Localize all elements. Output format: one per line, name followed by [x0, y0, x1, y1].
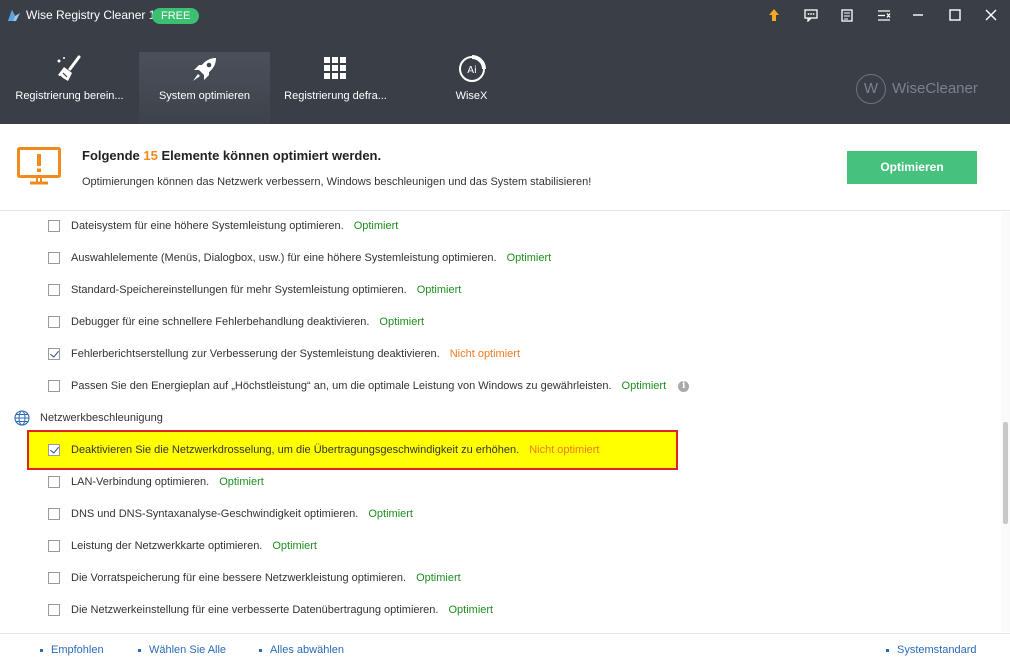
optimization-list: Dateisystem für eine höhere Systemleistu… — [0, 212, 1001, 632]
list-item[interactable]: Fehlerberichtserstellung zur Verbesserun… — [48, 344, 520, 364]
close-icon[interactable] — [980, 5, 1002, 25]
item-status: Nicht optimiert — [529, 444, 600, 456]
item-checkbox[interactable] — [48, 220, 60, 232]
list-item[interactable]: Passen Sie den Energieplan auf „Höchstle… — [48, 376, 690, 396]
item-checkbox[interactable] — [48, 476, 60, 488]
item-checkbox[interactable] — [48, 316, 60, 328]
item-checkbox[interactable] — [48, 348, 60, 360]
list-item[interactable]: Dateisystem für eine höhere Systemleistu… — [48, 216, 398, 236]
monitor-warning-icon — [17, 147, 61, 185]
title-bar: Wise Registry Cleaner 11 FREE — [0, 0, 1010, 30]
summary-suffix: Elemente können optimiert werden. — [161, 148, 382, 163]
grid-icon — [323, 57, 346, 79]
section-network: Netzwerkbeschleunigung — [14, 408, 163, 428]
tab-wisex[interactable]: Ai WiseX — [406, 52, 537, 124]
footer: Empfohlen Wählen Sie Alle Alles abwählen… — [0, 633, 1010, 666]
item-text: Dateisystem für eine höhere Systemleistu… — [71, 220, 344, 232]
item-checkbox[interactable] — [48, 284, 60, 296]
item-status: Nicht optimiert — [449, 348, 520, 360]
item-checkbox[interactable] — [48, 444, 60, 456]
item-text: Debugger für eine schnellere Fehlerbehan… — [71, 316, 370, 328]
item-text: Standard-Speichereinstellungen für mehr … — [71, 284, 407, 296]
tab-system-optimize[interactable]: System optimieren — [139, 52, 270, 124]
item-checkbox[interactable] — [48, 572, 60, 584]
wisex-icon: Ai — [458, 55, 486, 82]
item-status: Optimiert — [416, 284, 462, 296]
deselect-all-link[interactable]: Alles abwählen — [259, 644, 344, 656]
globe-icon — [14, 410, 30, 426]
brand-mark: W — [856, 74, 886, 104]
list-item[interactable]: Leistung der Netzwerkkarte optimieren. O… — [48, 536, 317, 556]
settings-icon[interactable] — [873, 5, 895, 25]
item-text: Die Netzwerkeinstellung für eine verbess… — [71, 604, 439, 616]
tab-label: Registrierung defra... — [284, 90, 387, 102]
svg-text:Ai: Ai — [467, 65, 477, 76]
item-status: Optimiert — [379, 316, 425, 328]
item-status: Optimiert — [621, 380, 667, 392]
section-label: Netzwerkbeschleunigung — [40, 412, 163, 424]
list-item[interactable]: Deaktivieren Sie die Netzwerkdrosselung,… — [48, 440, 599, 460]
item-text: Die Vorratspeicherung für eine bessere N… — [71, 572, 407, 584]
upgrade-icon[interactable] — [763, 5, 785, 25]
summary-title: Folgende 15 Elemente können optimiert we… — [82, 148, 381, 163]
broom-icon — [57, 55, 80, 81]
item-status: Optimiert — [448, 604, 494, 616]
summary-description: Optimierungen können das Netzwerk verbes… — [82, 176, 592, 188]
list-item[interactable]: DNS und DNS-Syntaxanalyse-Geschwindigkei… — [48, 504, 413, 524]
system-default-link[interactable]: Systemstandard — [886, 644, 976, 656]
optimize-button[interactable]: Optimieren — [847, 151, 977, 184]
free-badge: FREE — [152, 8, 200, 24]
notes-icon[interactable] — [836, 5, 858, 25]
item-status: Optimiert — [506, 252, 552, 264]
list-item[interactable]: Die Vorratspeicherung für eine bessere N… — [48, 568, 461, 588]
item-status: Optimiert — [272, 540, 317, 552]
tab-registry-defrag[interactable]: Registrierung defra... — [270, 52, 401, 124]
recommended-link[interactable]: Empfohlen — [40, 644, 104, 656]
item-checkbox[interactable] — [48, 508, 60, 520]
maximize-icon[interactable] — [944, 5, 966, 25]
item-status: Optimiert — [368, 508, 413, 520]
item-text: Deaktivieren Sie die Netzwerkdrosselung,… — [71, 444, 520, 456]
item-checkbox[interactable] — [48, 252, 60, 264]
feedback-icon[interactable] — [800, 5, 822, 25]
list-scrollbar[interactable] — [1001, 212, 1010, 632]
tab-label: System optimieren — [158, 90, 251, 102]
list-item[interactable]: Auswahlelemente (Menüs, Dialogbox, usw.)… — [48, 248, 551, 268]
list-item[interactable]: LAN-Verbindung optimieren. Optimiert — [48, 472, 264, 492]
item-text: Fehlerberichtserstellung zur Verbesserun… — [71, 348, 440, 360]
list-item[interactable]: Standard-Speichereinstellungen für mehr … — [48, 280, 461, 300]
tab-label: Registrierung berein... — [15, 90, 124, 102]
item-checkbox[interactable] — [48, 380, 60, 392]
item-checkbox[interactable] — [48, 604, 60, 616]
list-item[interactable]: Debugger für eine schnellere Fehlerbehan… — [48, 312, 424, 332]
rocket-icon — [192, 58, 216, 81]
item-text: Auswahlelemente (Menüs, Dialogbox, usw.)… — [71, 252, 497, 264]
main-nav: Registrierung berein... System optimiere… — [0, 30, 1010, 124]
select-all-link[interactable]: Wählen Sie Alle — [138, 644, 226, 656]
item-status: Optimiert — [353, 220, 399, 232]
item-text: DNS und DNS-Syntaxanalyse-Geschwindigkei… — [71, 508, 359, 520]
brand-name: WiseCleaner — [892, 80, 978, 97]
summary-prefix: Folgende — [82, 148, 140, 163]
list-item[interactable]: Die Netzwerkeinstellung für eine verbess… — [48, 600, 493, 620]
window-title: Wise Registry Cleaner 11 — [26, 8, 162, 22]
optimizable-count: 15 — [143, 148, 158, 163]
item-text: Leistung der Netzwerkkarte optimieren. — [71, 540, 263, 552]
info-icon[interactable]: i — [678, 380, 690, 392]
scrollbar-thumb[interactable] — [1003, 422, 1008, 524]
item-status: Optimiert — [219, 476, 264, 488]
minimize-icon[interactable] — [907, 5, 929, 25]
app-logo-icon — [8, 10, 20, 21]
item-text: Passen Sie den Energieplan auf „Höchstle… — [71, 380, 612, 392]
tab-registry-clean[interactable]: Registrierung berein... — [4, 52, 135, 124]
tab-label: WiseX — [455, 90, 488, 102]
item-status: Optimiert — [416, 572, 461, 584]
item-text: LAN-Verbindung optimieren. — [71, 476, 210, 488]
item-checkbox[interactable] — [48, 540, 60, 552]
optimization-summary: Folgende 15 Elemente können optimiert we… — [0, 124, 1010, 211]
